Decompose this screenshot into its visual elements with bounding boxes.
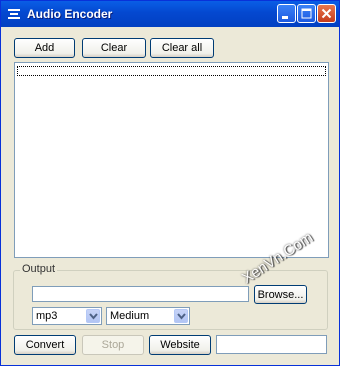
- close-icon: [321, 8, 332, 19]
- chevron-down-icon: [177, 313, 186, 320]
- format-select-value: mp3: [36, 310, 58, 322]
- app-icon[interactable]: [7, 7, 21, 21]
- minimize-button[interactable]: [277, 4, 296, 23]
- chevron-down-icon: [89, 313, 98, 320]
- status-field: [216, 335, 327, 354]
- title-bar[interactable]: Audio Encoder: [1, 1, 339, 27]
- audio-encoder-window: Audio Encoder Add Clear Clear all Output…: [0, 0, 340, 366]
- maximize-button[interactable]: [297, 4, 316, 23]
- output-group-label: Output: [20, 263, 58, 275]
- clear-button[interactable]: Clear: [82, 38, 146, 58]
- format-select[interactable]: mp3: [32, 307, 102, 325]
- file-list[interactable]: [14, 62, 329, 258]
- client-area: Add Clear Clear all Output Browse... mp3…: [4, 27, 336, 361]
- minimize-icon: [282, 16, 288, 19]
- quality-select-value: Medium: [110, 310, 150, 322]
- format-dropdown-arrow[interactable]: [86, 309, 100, 323]
- clear-all-button[interactable]: Clear all: [150, 38, 214, 58]
- stop-button[interactable]: Stop: [82, 335, 144, 355]
- window-title: Audio Encoder: [27, 7, 113, 21]
- add-button[interactable]: Add: [14, 38, 75, 58]
- focused-list-row[interactable]: [17, 66, 326, 76]
- convert-button[interactable]: Convert: [14, 335, 76, 355]
- quality-select[interactable]: Medium: [106, 307, 190, 325]
- browse-button[interactable]: Browse...: [254, 285, 307, 304]
- quality-dropdown-arrow[interactable]: [174, 309, 188, 323]
- output-path-input[interactable]: [32, 286, 249, 302]
- close-button[interactable]: [317, 4, 336, 23]
- website-button[interactable]: Website: [149, 335, 211, 355]
- maximize-icon: [301, 8, 312, 19]
